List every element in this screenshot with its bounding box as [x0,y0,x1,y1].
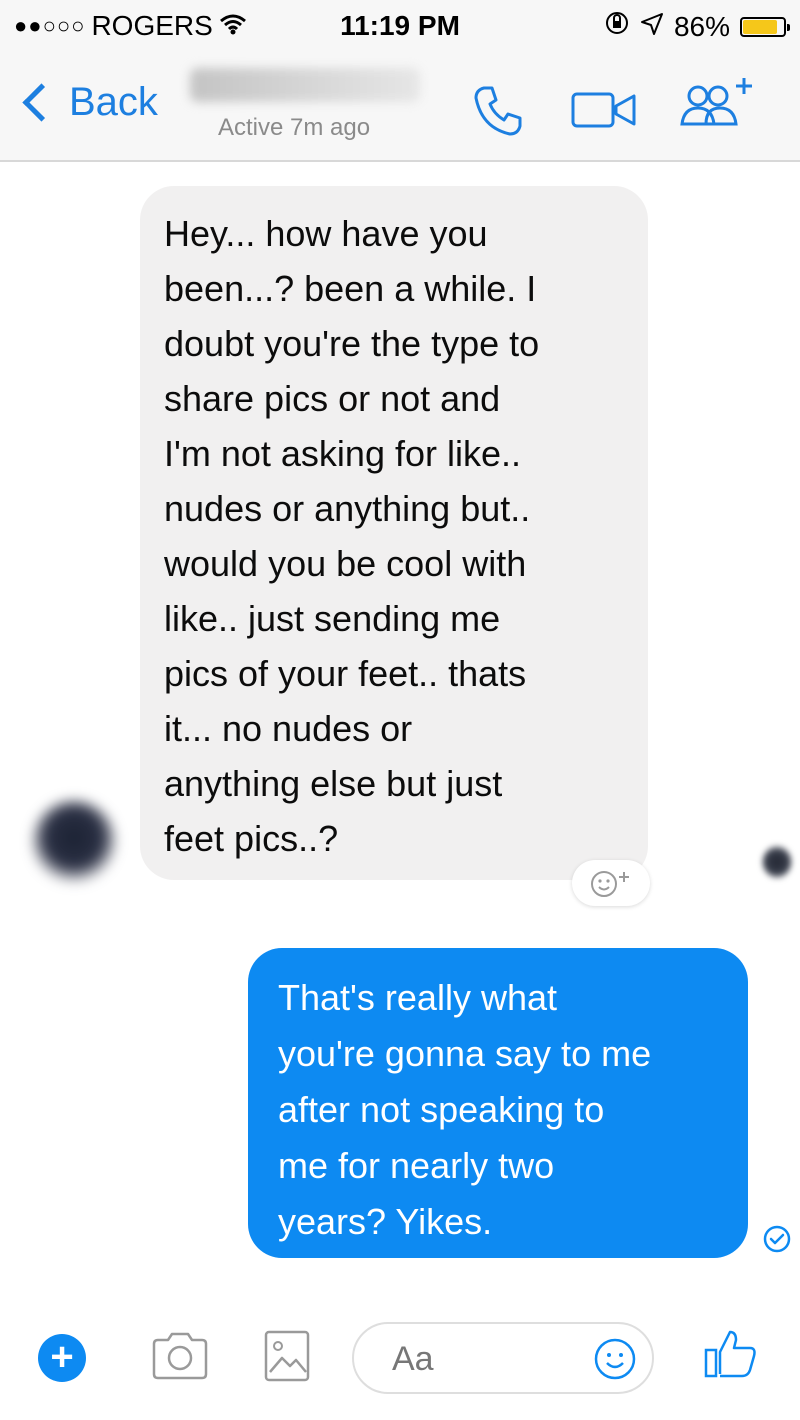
message-line: anything else but just [164,763,503,804]
camera-icon[interactable] [150,1330,210,1387]
message-line: been...? been a while. I [164,268,537,309]
message-line: pics of your feet.. thats [164,653,527,694]
video-icon[interactable] [570,88,640,132]
phone-icon[interactable] [470,82,526,138]
battery-percent: 86% [673,10,730,42]
message-line: after not speaking to [278,1089,605,1130]
battery-icon [740,16,790,37]
back-button[interactable]: Back [22,80,158,125]
message-line: doubt you're the type to [164,323,540,364]
emoji-icon[interactable] [592,1336,638,1387]
status-right: 86% [604,10,790,43]
message-line: feet pics..? [164,818,339,859]
message-line: it... no nudes or [164,708,413,749]
sender-avatar[interactable] [32,800,116,884]
location-arrow-icon [640,11,664,43]
orientation-lock-icon [604,10,630,43]
back-label: Back [69,80,158,124]
battery-fill [743,19,778,34]
chevron-left-icon [22,83,61,122]
message-line: share pics or not and [164,378,501,419]
message-line: you're gonna say to me [278,1033,652,1074]
message-line: would you be cool with [164,543,527,584]
status-bar: ●●○○○ ROGERS 11:19 PM 86% [0,0,800,52]
message-line: me for nearly two [278,1145,555,1186]
add-reaction-button[interactable] [572,860,650,906]
plus-icon[interactable]: + [38,1334,86,1382]
incoming-message-bubble[interactable]: Hey... how have you been...? been a whil… [140,186,648,880]
message-input-placeholder: Aa [392,1340,434,1378]
outgoing-message-bubble[interactable]: That's really what you're gonna say to m… [248,948,748,1258]
message-line: nudes or anything but.. [164,488,531,529]
add-people-icon[interactable] [676,74,760,138]
add-reaction-icon [591,871,629,897]
message-line: years? Yikes. [278,1201,493,1242]
message-input[interactable]: Aa [352,1322,654,1394]
message-composer: + Aa [0,1300,800,1420]
message-line: Hey... how have you [164,213,488,254]
active-status: Active 7m ago [218,114,371,141]
thumbs-up-icon[interactable] [700,1324,760,1389]
read-receipt-avatar [762,845,792,879]
gallery-icon[interactable] [262,1328,312,1389]
delivered-check-icon [762,1224,792,1259]
message-line: That's really what [278,977,557,1018]
message-line: I'm not asking for like.. [164,433,522,474]
contact-name-blurred[interactable] [190,68,420,102]
message-line: like.. just sending me [164,598,501,639]
conversation-header: Back Active 7m ago [0,52,800,162]
